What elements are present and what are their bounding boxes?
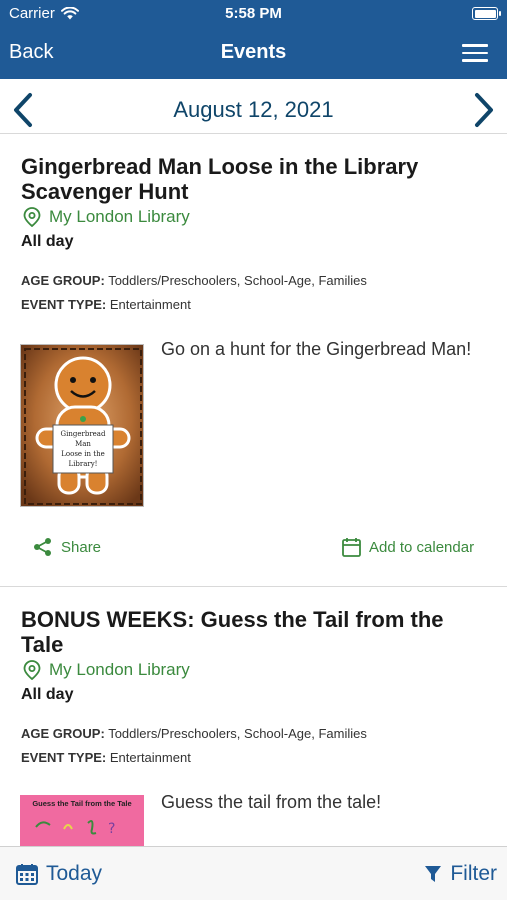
event-time: All day — [21, 686, 74, 703]
event-image[interactable]: Guess the Tail from the Tale ? — [20, 795, 144, 846]
add-to-calendar-label: Add to calendar — [369, 538, 475, 556]
svg-text:Gingerbread: Gingerbread — [61, 430, 106, 438]
location-pin-icon — [23, 660, 41, 680]
event-description: Guess the tail from the tale! — [161, 792, 382, 812]
event-age-group: AGE GROUP: Toddlers/Preschoolers, School… — [21, 273, 367, 288]
date-navigator: August 12, 2021 — [0, 79, 507, 134]
bottom-toolbar: Today Filter — [0, 846, 507, 900]
age-group-value: Toddlers/Preschoolers, School-Age, Famil… — [108, 273, 367, 288]
filter-button[interactable]: Filter — [424, 862, 497, 886]
page-title: Events — [220, 41, 287, 63]
status-time: 5:58 PM — [225, 5, 282, 22]
event-type-label: EVENT TYPE: — [21, 297, 107, 312]
tail-doodle-image: ? — [35, 820, 115, 837]
today-button[interactable]: Today — [16, 862, 102, 886]
event-title[interactable]: Gingerbread Man Loose in the Library Sca… — [21, 154, 471, 204]
share-label: Share — [61, 538, 102, 556]
filter-icon — [425, 866, 442, 882]
svg-text:?: ? — [108, 821, 115, 837]
svg-text:Library!: Library! — [68, 460, 97, 468]
event-card[interactable]: BONUS WEEKS: Guess the Tail from the Tal… — [0, 587, 507, 846]
event-card[interactable]: Gingerbread Man Loose in the Library Sca… — [0, 134, 507, 586]
age-group-value: Toddlers/Preschoolers, School-Age, Famil… — [108, 726, 367, 741]
event-title[interactable]: BONUS WEEKS: Guess the Tail from the Tal… — [21, 607, 471, 657]
age-group-label: AGE GROUP: — [21, 726, 105, 741]
event-time: All day — [21, 233, 74, 250]
today-label: Today — [46, 862, 103, 885]
event-type-label: EVENT TYPE: — [21, 750, 107, 765]
event-description: Go on a hunt for the Gingerbread Man! — [161, 339, 472, 359]
gingerbread-man-image: Gingerbread Man Loose in the Library! — [21, 345, 143, 506]
current-date: August 12, 2021 — [173, 97, 334, 122]
next-day-button[interactable] — [471, 92, 497, 128]
add-to-calendar-button[interactable]: Add to calendar — [342, 537, 474, 557]
svg-text:Loose in the: Loose in the — [61, 450, 104, 458]
event-type-value: Entertainment — [109, 297, 191, 312]
share-icon — [34, 538, 51, 556]
navigation-bar: Back Events — [0, 30, 507, 76]
event-age-group: AGE GROUP: Toddlers/Preschoolers, School… — [21, 726, 367, 741]
event-location-label: My London Library — [49, 660, 190, 679]
top-bar: Carrier 5:58 PM Back Events — [0, 0, 507, 79]
share-button[interactable]: Share — [33, 537, 101, 557]
filter-label: Filter — [450, 862, 497, 885]
location-pin-icon — [23, 207, 41, 227]
event-type: EVENT TYPE: Entertainment — [21, 750, 191, 765]
calendar-icon — [342, 538, 361, 557]
age-group-label: AGE GROUP: — [21, 273, 105, 288]
calendar-icon — [16, 864, 38, 885]
battery-icon — [472, 7, 501, 20]
hamburger-menu-icon[interactable] — [462, 43, 488, 63]
event-type: EVENT TYPE: Entertainment — [21, 297, 191, 312]
event-type-value: Entertainment — [109, 750, 191, 765]
status-bar: Carrier 5:58 PM — [0, 0, 507, 28]
event-location[interactable]: My London Library — [23, 207, 190, 227]
event-location[interactable]: My London Library — [23, 660, 190, 680]
event-location-label: My London Library — [49, 207, 190, 226]
event-image[interactable]: Gingerbread Man Loose in the Library! — [20, 344, 144, 507]
svg-text:Man: Man — [75, 440, 91, 448]
